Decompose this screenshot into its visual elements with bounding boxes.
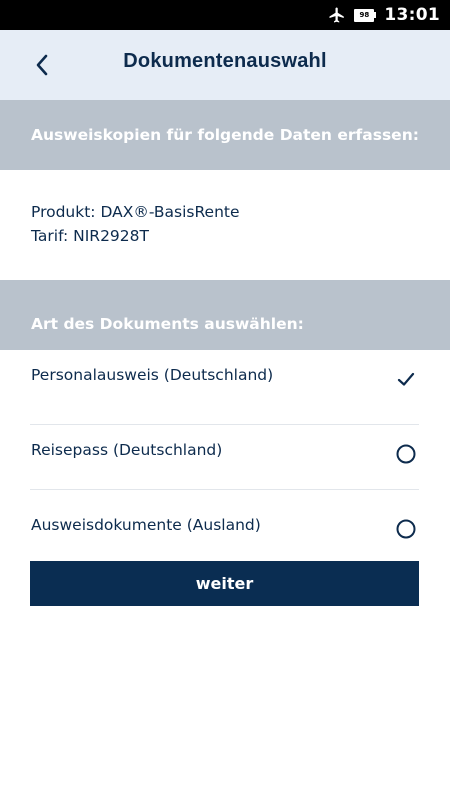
product-line: Produkt: DAX®-BasisRente: [31, 203, 240, 221]
document-type-heading: Art des Dokuments auswählen:: [0, 280, 450, 350]
tariff-line: Tarif: NIR2928T: [31, 227, 149, 245]
option-ausweisdokumente-ausland[interactable]: Ausweisdokumente (Ausland): [30, 490, 419, 560]
capture-section-heading: Ausweiskopien für folgende Daten erfasse…: [0, 100, 450, 170]
battery-icon: 98: [354, 8, 377, 22]
radio-unselected-icon: [396, 444, 416, 464]
airplane-mode-icon: [329, 7, 345, 23]
app-header: Dokumentenauswahl: [0, 30, 450, 100]
page-title: Dokumentenauswahl: [123, 50, 327, 72]
option-reisepass[interactable]: Reisepass (Deutschland): [30, 415, 419, 490]
option-label: Reisepass (Deutschland): [31, 441, 223, 459]
checkmark-icon: [397, 372, 415, 386]
battery-level: 98: [354, 8, 375, 22]
option-label: Ausweisdokumente (Ausland): [31, 516, 261, 534]
radio-unselected-icon: [396, 519, 416, 539]
next-button[interactable]: weiter: [30, 561, 419, 606]
status-time: 13:01: [384, 5, 440, 25]
status-bar: 98 13:01: [0, 0, 450, 30]
option-personalausweis[interactable]: Personalausweis (Deutschland): [30, 350, 419, 425]
contract-info: Produkt: DAX®-BasisRente Tarif: NIR2928T: [31, 200, 240, 248]
